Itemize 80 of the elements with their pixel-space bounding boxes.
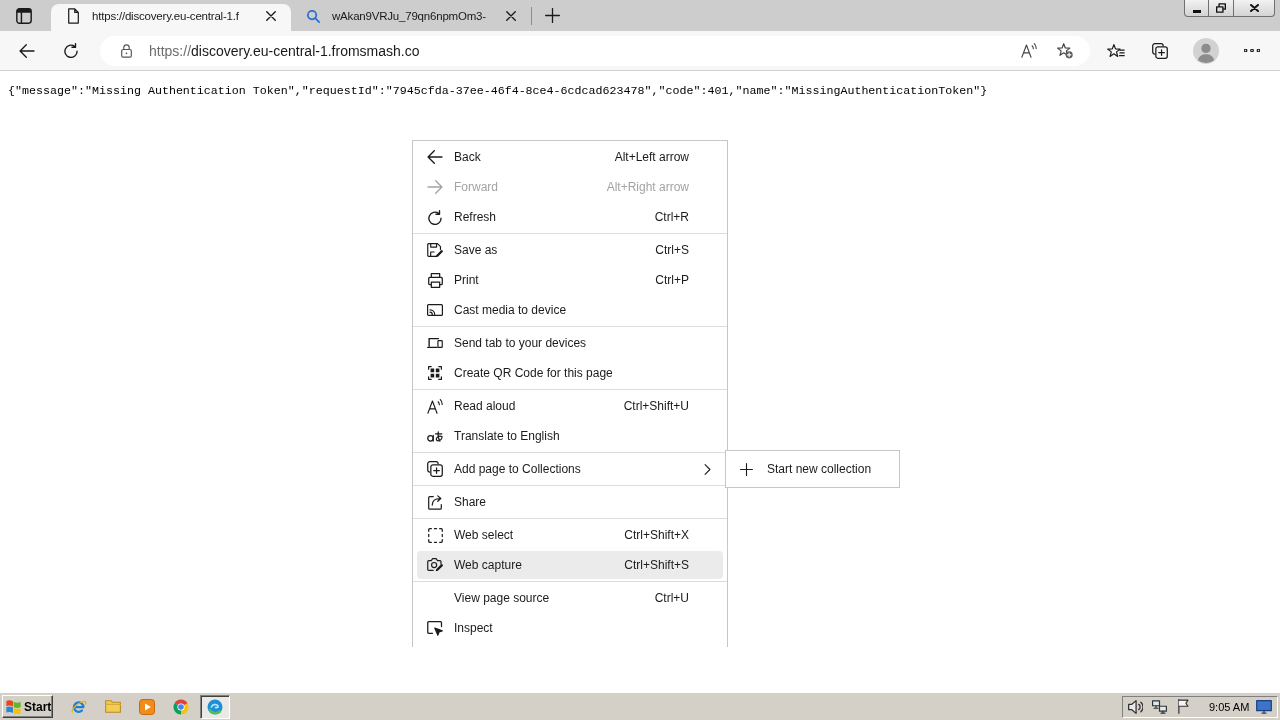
menu-item[interactable]: Web capture Ctrl+Shift+S (417, 551, 723, 579)
qr-code-icon (428, 366, 442, 380)
circular-arrow-icon (428, 209, 442, 225)
menu-item[interactable]: Translate to English (417, 422, 723, 450)
star-lines-icon (1107, 44, 1125, 57)
person-silhouette-icon (1193, 37, 1219, 64)
close-window-button[interactable] (1234, 0, 1275, 17)
minimize-button[interactable] (1184, 0, 1209, 17)
shortcut-text: Alt+Right arrow (606, 180, 689, 194)
menu-item[interactable]: Start new collection (728, 452, 897, 486)
menu-item[interactable]: View page source Ctrl+U (417, 584, 723, 612)
folder-icon (105, 700, 121, 713)
arrow-left-icon (427, 150, 443, 164)
close-icon (1249, 4, 1259, 12)
shortcut-text: Ctrl+Shift+S (624, 558, 689, 572)
plus-icon (740, 462, 753, 476)
menu-item[interactable]: Cast media to device (417, 296, 723, 324)
browser-tab[interactable]: https://discovery.eu-central-1.f (51, 4, 291, 31)
ellipsis-icon (1244, 49, 1260, 52)
menu-item[interactable]: Save as Ctrl+S (417, 236, 723, 264)
star-plus-icon (1057, 42, 1073, 59)
monitor-icon[interactable] (1256, 699, 1273, 714)
plus-icon (544, 8, 560, 23)
close-icon (506, 11, 516, 21)
shortcut-text: Ctrl+U (654, 591, 689, 605)
taskbar-app-button[interactable] (200, 694, 230, 719)
menu-item[interactable]: Send tab to your devices (417, 329, 723, 357)
menu-item[interactable]: Read aloud Ctrl+Shift+U (417, 392, 723, 420)
close-icon (266, 11, 276, 21)
play-tile-icon (139, 698, 155, 715)
squares-plus-icon (1152, 42, 1168, 59)
menu-item[interactable]: Share (417, 488, 723, 516)
restore-button[interactable] (1209, 0, 1234, 17)
letter-a-sound-icon (1021, 43, 1037, 58)
speaker-icon[interactable] (1128, 699, 1143, 714)
windows-flag-icon (6, 699, 21, 714)
shortcut-text: Ctrl+S (655, 243, 689, 257)
printer-icon (427, 272, 443, 288)
arrow-right-icon (427, 180, 443, 194)
cast-screen-icon (427, 304, 443, 316)
menu-item[interactable]: Web select Ctrl+Shift+X (417, 521, 723, 549)
arrow-left-icon (19, 43, 35, 58)
laptop-phone-icon (427, 338, 443, 348)
address-field[interactable]: https://discovery.eu-central-1.fromsmash.co (100, 35, 1090, 66)
dashed-selection-icon (427, 527, 443, 543)
flag-icon[interactable] (1178, 699, 1189, 714)
shortcut-text: Ctrl+P (655, 273, 689, 287)
document-icon (67, 8, 79, 24)
shortcut-text: Ctrl+R (654, 210, 689, 224)
menu-item[interactable]: Back Alt+Left arrow (417, 143, 723, 171)
floppy-pencil-icon (427, 242, 443, 258)
share-arrow-icon (428, 494, 442, 510)
menu-item[interactable]: Add page to Collections (417, 455, 723, 483)
clock-text: 9:05 AM (1209, 700, 1250, 713)
chevron-right-icon (704, 463, 711, 475)
start-button[interactable]: Start (2, 695, 53, 718)
browser-tab[interactable]: wAkan9VRJu_79qn6npmOm3- (291, 4, 531, 31)
restore-icon (1216, 3, 1226, 13)
segmented-circle-icon (173, 698, 189, 715)
translate-icon (427, 430, 443, 442)
menu-item[interactable]: Refresh Ctrl+R (417, 203, 723, 231)
e-orbit-icon (71, 699, 87, 714)
swirl-icon (207, 698, 223, 715)
menu-item[interactable]: Inspect (417, 614, 723, 642)
shortcut-text: Ctrl+Shift+X (624, 528, 689, 542)
menu-item[interactable]: Print Ctrl+P (417, 266, 723, 294)
tab-panel-icon (16, 7, 32, 24)
lock-icon (120, 43, 132, 58)
camera-pencil-icon (427, 558, 443, 572)
screen-cursor-icon (427, 620, 443, 636)
shortcut-text: Ctrl+Shift+U (623, 399, 689, 413)
shortcut-text: Alt+Left arrow (614, 150, 689, 164)
minimize-icon (1192, 10, 1201, 13)
two-monitors-icon[interactable] (1152, 699, 1167, 714)
response-text: {"message":"Missing Authentication Token","requestId":"7945cfda-37ee-46f4-8ce4-6cdcad623478","code":401,"name":"MissingAuthenticationToken"} (8, 84, 988, 99)
menu-item[interactable]: Create QR Code for this page (417, 359, 723, 387)
letter-a-sound-icon (427, 398, 443, 414)
circular-arrow-icon (64, 43, 78, 58)
search-icon (306, 9, 320, 23)
squares-plus-icon (427, 461, 443, 477)
